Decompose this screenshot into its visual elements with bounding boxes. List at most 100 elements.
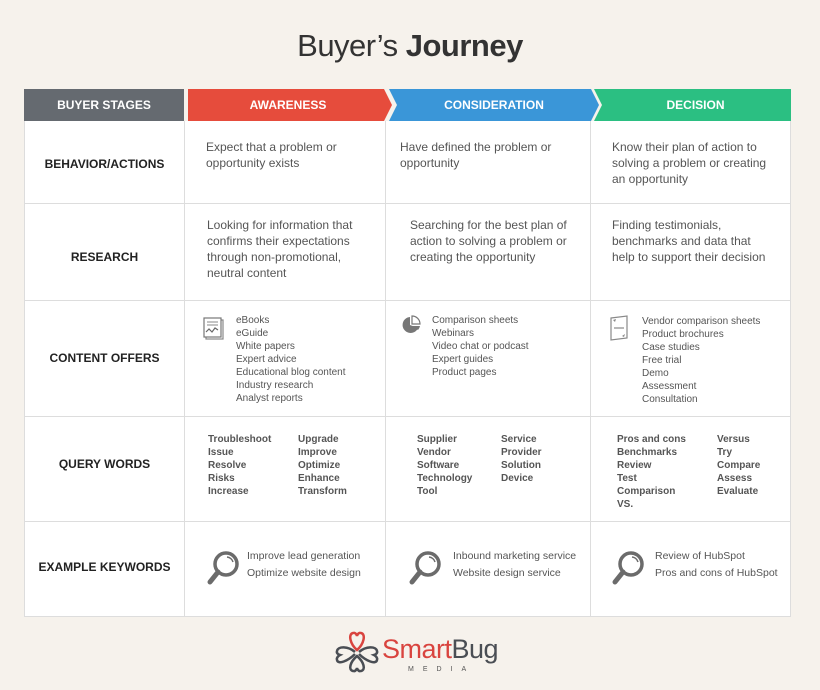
query-word: Risks bbox=[208, 473, 235, 484]
query-words-consideration-col1: Supplier Vendor Software Technology Tool bbox=[417, 433, 472, 498]
query-word: Benchmarks bbox=[617, 447, 678, 458]
query-word: Software bbox=[417, 460, 460, 471]
text-line: Expect that a problem or bbox=[206, 140, 337, 154]
text-line: solving a problem or creating bbox=[612, 156, 767, 170]
query-word: Technology bbox=[417, 473, 473, 484]
query-word: Issue bbox=[208, 447, 234, 458]
title-regular: Buyer’s bbox=[297, 28, 398, 63]
list-item: Educational blog content bbox=[236, 367, 346, 378]
header-consideration-label: CONSIDERATION bbox=[444, 98, 544, 112]
magnifier-icon bbox=[612, 551, 644, 585]
text-line: Searching for the best plan of bbox=[410, 218, 567, 232]
query-words-awareness-col2: Upgrade Improve Optimize Enhance Transfo… bbox=[298, 433, 347, 498]
keyword: Inbound marketing service bbox=[453, 550, 577, 562]
list-item: Expert advice bbox=[236, 354, 297, 365]
row-label-content-offers: CONTENT OFFERS bbox=[49, 351, 160, 365]
row-label-example-keywords: EXAMPLE KEYWORDS bbox=[38, 560, 171, 574]
text-line: help to support their decision bbox=[612, 250, 766, 264]
query-word: Resolve bbox=[208, 460, 247, 471]
title-bold: Journey bbox=[405, 28, 524, 63]
query-word: Vendor bbox=[417, 447, 451, 458]
row-label-behavior: BEHAVIOR/ACTIONS bbox=[44, 157, 165, 171]
list-item: Product pages bbox=[432, 367, 497, 378]
query-word: Increase bbox=[208, 486, 249, 497]
content-offers-decision-list: Vendor comparison sheets Product brochur… bbox=[642, 315, 760, 406]
page-title: Buyer’s Journey bbox=[0, 28, 820, 64]
list-item: Vendor comparison sheets bbox=[642, 316, 761, 327]
list-item: Industry research bbox=[236, 380, 314, 391]
text-line: through non-promotional, bbox=[207, 250, 342, 264]
text-line: Looking for information that bbox=[207, 218, 353, 232]
column-divider bbox=[385, 121, 386, 616]
list-item: Expert guides bbox=[432, 354, 494, 365]
list-item: Consultation bbox=[642, 394, 698, 405]
keyword: Pros and cons of HubSpot bbox=[655, 567, 778, 579]
magnifier-icon bbox=[409, 551, 441, 585]
behavior-awareness: Expect that a problem or opportunity exi… bbox=[206, 139, 337, 171]
keyword: Review of HubSpot bbox=[655, 550, 745, 562]
document-chart-icon bbox=[203, 317, 224, 340]
query-word: Troubleshoot bbox=[208, 434, 272, 445]
keywords-awareness: Improve lead generation Optimize website… bbox=[247, 548, 361, 582]
text-line: creating the opportunity bbox=[410, 250, 536, 264]
keywords-consideration: Inbound marketing service Website design… bbox=[453, 548, 576, 582]
journey-table: BEHAVIOR/ACTIONS RESEARCH CONTENT OFFERS… bbox=[24, 121, 791, 617]
row-label-query-words: QUERY WORDS bbox=[58, 457, 151, 471]
stages-header: BUYER STAGES AWARENESS CONSIDERATION DEC… bbox=[0, 89, 820, 121]
clover-logo-icon bbox=[335, 631, 379, 673]
research-consideration: Searching for the best plan of action to… bbox=[410, 217, 567, 265]
query-word: Enhance bbox=[298, 473, 340, 484]
pie-chart-icon bbox=[402, 315, 421, 333]
row-divider bbox=[25, 203, 790, 204]
query-word: Solution bbox=[501, 460, 541, 471]
list-item: Free trial bbox=[642, 355, 682, 366]
query-words-consideration-col2: Service Provider Solution Device bbox=[501, 433, 542, 485]
column-divider bbox=[184, 121, 185, 616]
list-item: Assessment bbox=[642, 381, 697, 392]
text-line: action to solving a problem or bbox=[410, 234, 567, 248]
header-buyer-stages: BUYER STAGES bbox=[24, 89, 184, 121]
text-line: opportunity bbox=[400, 156, 460, 170]
text-line: Finding testimonials, bbox=[612, 218, 722, 232]
query-words-decision-col1: Pros and cons Benchmarks Review Test Com… bbox=[617, 433, 686, 511]
list-item: Analyst reports bbox=[236, 393, 303, 404]
row-divider bbox=[25, 300, 790, 301]
text-line: opportunity exists bbox=[206, 156, 300, 170]
query-word: Review bbox=[617, 460, 652, 471]
header-decision: DECISION bbox=[594, 89, 791, 121]
text-line: benchmarks and data that bbox=[612, 234, 751, 248]
query-word: Versus bbox=[717, 434, 750, 445]
text-line: neutral content bbox=[207, 266, 287, 280]
query-word: Test bbox=[617, 473, 637, 484]
text-line: confirms their expectations bbox=[207, 234, 350, 248]
row-label-research: RESEARCH bbox=[70, 250, 139, 264]
keyword: Improve lead generation bbox=[247, 550, 361, 562]
query-word: Device bbox=[501, 473, 534, 484]
query-words-awareness-col1: Troubleshoot Issue Resolve Risks Increas… bbox=[208, 433, 271, 498]
logo-media: MEDIA bbox=[408, 666, 476, 673]
keywords-decision: Review of HubSpot Pros and cons of HubSp… bbox=[655, 548, 778, 582]
behavior-consideration: Have defined the problem or opportunity bbox=[400, 139, 551, 171]
list-item: Demo bbox=[642, 368, 669, 379]
query-word: Optimize bbox=[298, 460, 341, 471]
behavior-decision: Know their plan of action to solving a p… bbox=[612, 139, 766, 187]
query-word: Evaluate bbox=[717, 486, 759, 497]
content-offers-awareness-list: eBooks eGuide White papers Expert advice… bbox=[236, 314, 346, 405]
logo-smart: Smart bbox=[382, 634, 452, 664]
text-line: an opportunity bbox=[612, 172, 689, 186]
list-item: eGuide bbox=[236, 328, 269, 339]
query-word: Supplier bbox=[417, 434, 458, 445]
header-awareness-label: AWARENESS bbox=[249, 98, 327, 112]
query-word: Service bbox=[501, 434, 537, 445]
text-line: Know their plan of action to bbox=[612, 140, 757, 154]
logo-bug: Bug bbox=[451, 634, 499, 664]
query-word: Improve bbox=[298, 447, 337, 458]
query-word: Upgrade bbox=[298, 434, 339, 445]
list-item: eBooks bbox=[236, 315, 270, 326]
query-word: Comparison bbox=[617, 486, 676, 497]
research-decision: Finding testimonials, benchmarks and dat… bbox=[612, 217, 765, 265]
column-divider bbox=[590, 121, 591, 616]
query-word: Tool bbox=[417, 486, 438, 497]
keyword: Website design service bbox=[453, 567, 561, 579]
query-word: Provider bbox=[501, 447, 542, 458]
